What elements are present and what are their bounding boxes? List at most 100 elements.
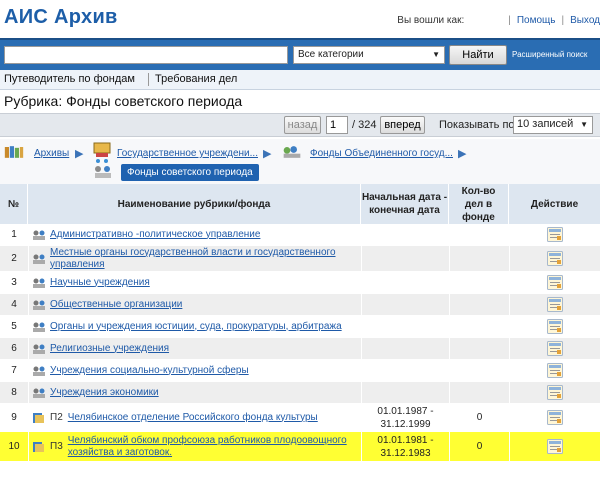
search-input[interactable] — [4, 46, 288, 64]
row-dates: 01.01.1981 -31.12.1983 — [361, 432, 449, 461]
row-name-cell: Общественные организации — [28, 294, 361, 315]
page-number-input[interactable] — [326, 116, 348, 134]
row-number: 2 — [11, 253, 17, 264]
fund-link[interactable]: Местные органы государственной власти и … — [50, 247, 361, 271]
pager-bar: назад / 324 вперед Показывать по 10 запи… — [0, 113, 600, 137]
fund-link[interactable]: Учреждения социально-культурной сферы — [50, 365, 249, 377]
view-card-icon[interactable] — [547, 251, 563, 266]
view-card-icon[interactable] — [547, 410, 563, 425]
view-card-icon[interactable] — [547, 363, 563, 378]
row-action — [509, 360, 600, 381]
row-action — [509, 246, 600, 271]
table-row[interactable]: 5 Органы и учреждения юстиции, суда, прок… — [0, 316, 600, 338]
divider: | — [508, 15, 511, 26]
fund-code: П2 — [50, 412, 63, 423]
row-dates — [361, 294, 449, 315]
breadcrumb-gov[interactable]: Государственное учреждени... — [117, 148, 258, 159]
row-number: 8 — [11, 387, 17, 398]
row-name-cell: П2 Челябинское отделение Российского фонд… — [28, 404, 361, 431]
table-row[interactable]: 6 Религиозные учреждения — [0, 338, 600, 360]
help-link[interactable]: Помощь — [517, 15, 556, 26]
view-card-icon[interactable] — [547, 341, 563, 356]
row-action — [509, 272, 600, 293]
row-dates — [361, 338, 449, 359]
folder-tree-icon — [33, 230, 45, 240]
chevron-right-icon: ▶ — [75, 148, 84, 160]
row-name-cell: Местные органы государственной власти и … — [28, 246, 361, 271]
date-start: 01.01.1987 - — [377, 405, 434, 417]
row-count — [449, 316, 509, 337]
table-header: № Наименование рубрики/фонда Начальная д… — [0, 184, 600, 224]
next-page-button[interactable]: вперед — [380, 116, 425, 134]
view-card-icon[interactable] — [547, 385, 563, 400]
tab-guide[interactable]: Путеводитель по фондам — [4, 73, 135, 85]
folder-tree-icon — [33, 300, 45, 310]
row-action — [509, 432, 600, 461]
view-card-icon[interactable] — [547, 297, 563, 312]
table-row[interactable]: 1 Административно -политическое управлени… — [0, 224, 600, 246]
table-row[interactable]: 10 П3 Челябинский обком профсоюза работник… — [0, 432, 600, 462]
view-card-icon[interactable] — [547, 439, 563, 454]
view-card-icon[interactable] — [547, 227, 563, 242]
table-row[interactable]: 3 Научные учреждения — [0, 272, 600, 294]
fund-doc-icon — [33, 441, 44, 452]
table-row[interactable]: 9 П2 Челябинское отделение Российского фон… — [0, 404, 600, 432]
row-name-cell: П3 Челябинский обком профсоюза работников… — [28, 432, 361, 461]
building-icon — [93, 142, 111, 163]
row-count — [449, 294, 509, 315]
table-row[interactable]: 2 Местные органы государственной власти и… — [0, 246, 600, 272]
row-dates — [361, 316, 449, 337]
row-action — [509, 404, 600, 431]
folder-tree-icon — [33, 278, 45, 288]
breadcrumb-archives[interactable]: Архивы — [34, 148, 69, 159]
tab-requirements[interactable]: Требования дел — [155, 73, 237, 85]
row-number: 1 — [11, 229, 17, 240]
breadcrumb-current: Фонды советского периода — [121, 164, 259, 181]
row-number: 10 — [8, 441, 20, 452]
chevron-down-icon: ▼ — [580, 120, 588, 129]
prev-page-button[interactable]: назад — [284, 116, 321, 134]
per-page-select[interactable]: 10 записей ▼ — [513, 116, 593, 134]
fund-link[interactable]: Общественные организации — [50, 299, 182, 311]
row-count — [449, 382, 509, 403]
col-dates: Начальная дата - конечная дата — [361, 184, 449, 224]
table-row[interactable]: 4 Общественные организации — [0, 294, 600, 316]
date-start: 01.01.1981 - — [377, 434, 434, 446]
row-count — [449, 338, 509, 359]
fund-link[interactable]: Органы и учреждения юстиции, суда, проку… — [50, 321, 342, 333]
advanced-search-link[interactable]: Расширенный поиск — [512, 50, 587, 59]
view-card-icon[interactable] — [547, 275, 563, 290]
category-select-value: Все категории — [298, 49, 364, 60]
row-number: 9 — [11, 412, 17, 423]
col-dates-start: Начальная дата - — [361, 192, 448, 203]
col-count-line1: Кол-во — [461, 185, 496, 197]
row-name-cell: Религиозные учреждения — [28, 338, 361, 359]
per-page-label: Показывать по — [439, 119, 515, 131]
fund-link[interactable]: Научные учреждения — [50, 277, 150, 289]
date-end: 31.12.1983 — [380, 447, 431, 459]
fund-link[interactable]: Административно -политическое управление — [50, 229, 260, 241]
table-row[interactable]: 8 Учреждения экономики — [0, 382, 600, 404]
row-dates — [361, 382, 449, 403]
table-row[interactable]: 7 Учреждения социально-культурной сферы — [0, 360, 600, 382]
fund-link[interactable]: Учреждения экономики — [50, 387, 159, 399]
row-dates — [361, 272, 449, 293]
logout-link[interactable]: Выход — [570, 15, 600, 26]
category-select[interactable]: Все категории ▼ — [293, 46, 445, 64]
app-logo[interactable]: АИС Архив — [4, 6, 118, 29]
funds-group-icon — [283, 146, 301, 158]
date-end: 31.12.1999 — [380, 418, 431, 430]
view-card-icon[interactable] — [547, 319, 563, 334]
find-button[interactable]: Найти — [449, 45, 507, 65]
row-name-cell: Учреждения экономики — [28, 382, 361, 403]
user-bar: Вы вошли как: | Помощь | Выход — [397, 15, 600, 26]
row-count — [449, 246, 509, 271]
breadcrumb-funds-group[interactable]: Фонды Объединенного госуд... — [310, 148, 453, 159]
fund-link[interactable]: Религиозные учреждения — [50, 343, 169, 355]
fund-link[interactable]: Челябинское отделение Российского фонда … — [68, 412, 318, 424]
row-count — [449, 360, 509, 381]
row-count — [449, 272, 509, 293]
nav-divider — [148, 73, 149, 86]
fund-link[interactable]: Челябинский обком профсоюза работников п… — [68, 435, 361, 459]
row-action — [509, 224, 600, 245]
